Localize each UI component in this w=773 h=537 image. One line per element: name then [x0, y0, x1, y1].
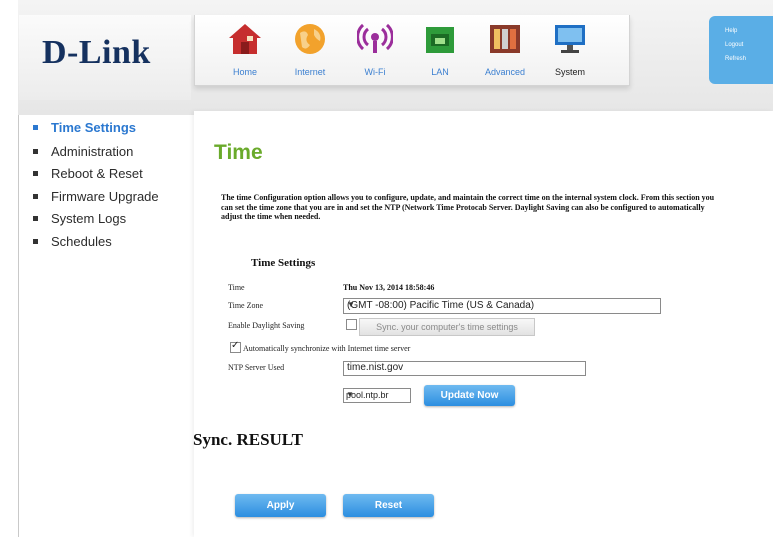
bullet-icon	[33, 216, 38, 221]
apply-button[interactable]: Apply	[235, 494, 326, 517]
timezone-select[interactable]: (GMT -08:00) Pacific Time (US & Canada) …	[343, 298, 661, 314]
lan-icon	[426, 27, 454, 53]
ntp-server-label: NTP Server Used	[228, 363, 285, 372]
chevron-down-icon: ▼	[347, 300, 355, 309]
nav-wifi-label: Wi-Fi	[364, 67, 386, 77]
wifi-icon	[357, 23, 393, 53]
update-now-button[interactable]: Update Now	[424, 385, 515, 406]
page-title: Time	[214, 141, 263, 164]
ntp-server-select[interactable]: pool.ntp.br ▼	[343, 388, 411, 403]
router-admin-page: D-Link Home Internet Wi-Fi LAN Advanced …	[0, 0, 773, 537]
nav-internet[interactable]: Internet	[280, 15, 340, 85]
time-label: Time	[228, 283, 245, 292]
bullet-icon	[33, 239, 38, 244]
help-link[interactable]: Help	[725, 28, 737, 34]
monitor-icon	[555, 25, 585, 53]
sync-computer-time-button[interactable]: Sync. your computer's time settings	[359, 318, 535, 336]
nav-advanced[interactable]: Advanced	[475, 15, 535, 85]
nav-lan[interactable]: LAN	[410, 15, 470, 85]
dlink-logo[interactable]: D-Link	[42, 34, 151, 72]
daylight-label: Enable Daylight Saving	[228, 321, 305, 330]
main-nav: Home Internet Wi-Fi LAN Advanced System	[194, 15, 630, 86]
time-value: Thu Nov 13, 2014 18:58:46	[343, 283, 435, 292]
quick-links-panel: Help Logout Refresh	[709, 16, 773, 84]
logout-link[interactable]: Logout	[725, 42, 743, 48]
reset-button[interactable]: Reset	[343, 494, 434, 517]
nav-wifi[interactable]: Wi-Fi	[345, 15, 405, 85]
nav-system-label: System	[554, 67, 585, 77]
globe-icon	[295, 24, 325, 54]
nav-lan-label: LAN	[431, 67, 449, 77]
ntp-server-input[interactable]: time.nist.gov	[343, 361, 586, 376]
sidebar-item-label: System Logs	[51, 211, 127, 226]
sync-result-text: Sync. RESULT	[193, 430, 303, 449]
refresh-link[interactable]: Refresh	[725, 56, 746, 62]
nav-home-label: Home	[232, 67, 257, 77]
nav-home[interactable]: Home	[215, 15, 275, 85]
chevron-down-icon: ▼	[346, 390, 354, 399]
bullet-icon	[33, 125, 38, 130]
sidebar-item-label: Administration	[51, 144, 134, 159]
nav-system[interactable]: System	[540, 15, 600, 85]
bullet-icon	[33, 149, 38, 154]
daylight-saving-checkbox[interactable]	[346, 319, 357, 330]
home-icon	[229, 24, 261, 54]
sidebar-item-label: Reboot & Reset	[51, 166, 143, 181]
section-title: Time Settings	[251, 257, 316, 269]
tools-icon	[490, 25, 520, 53]
sidebar-item-label: Schedules	[51, 234, 112, 249]
sidebar-item-label: Time Settings	[51, 120, 137, 135]
bullet-icon	[33, 194, 38, 199]
auto-sync-label: Automatically synchronize with Internet …	[243, 344, 411, 353]
bullet-icon	[33, 171, 38, 176]
timezone-label: Time Zone	[228, 301, 264, 310]
nav-internet-label: Internet	[294, 67, 326, 77]
auto-sync-checkbox[interactable]	[230, 340, 241, 353]
nav-advanced-label: Advanced	[484, 67, 526, 77]
page-description: The time Configuration option allows you…	[221, 193, 715, 221]
sidebar-item-label: Firmware Upgrade	[51, 189, 159, 204]
